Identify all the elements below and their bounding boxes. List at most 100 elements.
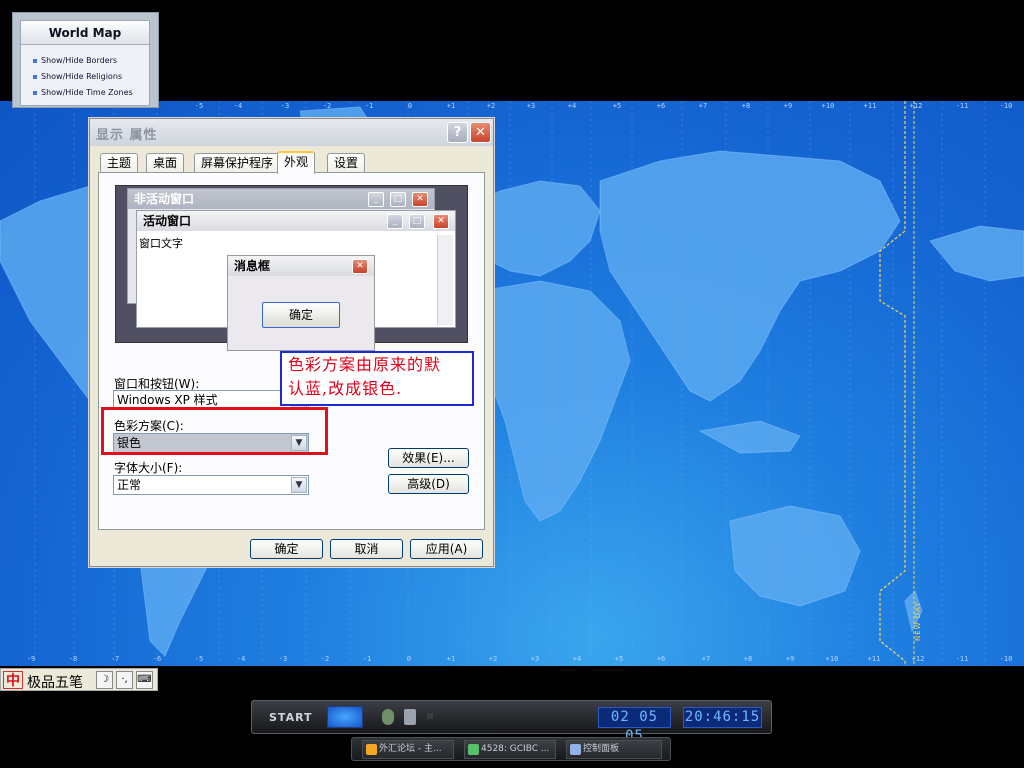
- ime-toolbar: 中 极品五笔 ☽ ·, ⌨: [0, 668, 158, 691]
- windows-buttons-value: Windows XP 样式: [117, 393, 218, 407]
- time-display: 20:46:15: [683, 707, 762, 728]
- time-zone-label: +6: [656, 655, 666, 663]
- message-box-ok-button: 确定: [262, 302, 340, 328]
- dialog-title: 显示 属性: [96, 128, 158, 143]
- time-zone-label: +4: [567, 102, 577, 110]
- time-zone-label: -3: [280, 102, 290, 110]
- time-zone-label: +5: [612, 102, 622, 110]
- maximize-icon: □: [390, 192, 406, 207]
- preview-active-window: 活动窗口 _ □ ✕ 窗口文字 消息框 ✕ 确定: [136, 210, 456, 351]
- time-zone-label: -2: [320, 655, 330, 663]
- dialog-title-bar[interactable]: 显示 属性 ? ✕: [90, 119, 493, 146]
- time-zone-label: +7: [698, 102, 708, 110]
- task-button-control-panel[interactable]: 控制面板: [566, 740, 662, 759]
- time-zone-label: +11: [867, 655, 881, 663]
- tab-screensaver[interactable]: 屏幕保护程序: [194, 153, 281, 172]
- window-text-sample: 窗口文字: [139, 237, 183, 250]
- world-map-menu: World Map Show/Hide Borders Show/Hide Re…: [20, 20, 150, 106]
- time-zone-label: +2: [486, 102, 496, 110]
- show-hide-borders-link[interactable]: Show/Hide Borders: [21, 53, 149, 69]
- annotation-highlight-box: [101, 407, 328, 455]
- task-button-gcibc[interactable]: 4528: GCIBC ...: [464, 740, 556, 759]
- time-zone-label: +8: [743, 655, 753, 663]
- time-zone-label: -11: [955, 102, 969, 110]
- close-button[interactable]: ✕: [470, 122, 491, 143]
- font-size-select[interactable]: 正常 ▼: [113, 475, 309, 495]
- world-map-title: World Map: [21, 21, 149, 45]
- ime-name[interactable]: 极品五笔: [27, 672, 83, 692]
- active-window-title: 活动窗口: [137, 211, 455, 231]
- ok-button[interactable]: 确定: [250, 539, 323, 559]
- moon-icon[interactable]: ☽: [96, 671, 113, 689]
- time-zone-label: 0: [407, 102, 413, 110]
- task-label: 控制面板: [583, 744, 620, 754]
- close-icon: ✕: [352, 259, 368, 274]
- show-hide-religions-link[interactable]: Show/Hide Religions: [21, 69, 149, 85]
- close-icon: ✕: [412, 192, 428, 207]
- task-button-forum[interactable]: 外汇论坛 - 主...: [362, 740, 454, 759]
- time-zone-label: +7: [701, 655, 711, 663]
- chart-icon: [468, 744, 479, 755]
- task-label: 4528: GCIBC ...: [481, 744, 550, 754]
- dot-icon[interactable]: [427, 713, 433, 719]
- time-zone-label: +4: [572, 655, 582, 663]
- close-icon: ✕: [433, 214, 449, 229]
- desktop: -5 -4 -3 -2 -1 0 +1 +2 +3 +4 +5 +6 +7 +8…: [0, 0, 1024, 768]
- effects-button[interactable]: 效果(E)...: [388, 448, 469, 468]
- time-zone-label: +8: [741, 102, 751, 110]
- help-button[interactable]: ?: [447, 122, 468, 143]
- time-zone-label: -9: [26, 655, 36, 663]
- time-zone-label: +5: [614, 655, 624, 663]
- time-zone-label: -5: [194, 102, 204, 110]
- control-panel-icon: [570, 744, 581, 755]
- apply-button[interactable]: 应用(A): [410, 539, 483, 559]
- taskbar: 外汇论坛 - 主... 4528: GCIBC ... 控制面板: [351, 737, 671, 761]
- time-zone-label: +3: [530, 655, 540, 663]
- tab-desktop[interactable]: 桌面: [146, 153, 185, 172]
- date-display: 02 05 05: [598, 707, 671, 744]
- font-size-label: 字体大小(F):: [114, 461, 183, 475]
- advanced-button[interactable]: 高级(D): [388, 474, 469, 494]
- appearance-preview: 非活动窗口 _ □ ✕ 活动窗口 _ □ ✕ 窗口文字 消息框 ✕ 确定: [115, 185, 468, 351]
- time-zone-label: +9: [785, 655, 795, 663]
- time-zone-label: +9: [783, 102, 793, 110]
- network-icon[interactable]: [382, 709, 394, 725]
- time-zone-label: -1: [362, 655, 372, 663]
- cancel-button[interactable]: 取消: [330, 539, 403, 559]
- world-map-icon[interactable]: [327, 706, 363, 728]
- time-zone-label: +1: [446, 655, 456, 663]
- keyboard-icon[interactable]: ⌨: [136, 671, 153, 689]
- time-zone-label: -1: [364, 102, 374, 110]
- maximize-icon: □: [409, 214, 425, 229]
- task-label: 外汇论坛 - 主...: [379, 744, 442, 754]
- display-properties-dialog: 显示 属性 ? ✕ 主题 桌面 屏幕保护程序 外观 设置 非活动窗口 _ □ ✕…: [89, 118, 494, 567]
- time-zone-label: -2: [322, 102, 332, 110]
- tab-themes[interactable]: 主题: [100, 153, 139, 172]
- preview-scrollbar: [437, 235, 453, 325]
- time-zone-label: -6: [152, 655, 162, 663]
- time-zone-label: +12: [909, 102, 923, 110]
- time-zone-label: -3: [278, 655, 288, 663]
- document-icon[interactable]: [404, 709, 416, 725]
- annotation-note: 色彩方案由原来的默 认蓝,改成银色.: [280, 351, 474, 406]
- time-zone-label: +10: [821, 102, 835, 110]
- annotation-line-1: 色彩方案由原来的默: [288, 355, 442, 374]
- punctuation-icon[interactable]: ·,: [116, 671, 133, 689]
- time-zone-label: -10: [999, 655, 1013, 663]
- time-zone-label: -8: [68, 655, 78, 663]
- time-zone-label: -5: [194, 655, 204, 663]
- ime-logo[interactable]: 中: [3, 671, 23, 689]
- show-hide-time-zones-link[interactable]: Show/Hide Time Zones: [21, 85, 149, 101]
- chevron-down-icon[interactable]: ▼: [291, 477, 307, 493]
- dock-bar: START 02 05 05 20:46:15: [251, 700, 772, 744]
- time-zone-label: +10: [825, 655, 839, 663]
- tab-appearance[interactable]: 外观: [277, 151, 316, 174]
- tab-settings[interactable]: 设置: [327, 153, 366, 172]
- forum-icon: [366, 744, 377, 755]
- time-zone-label: +12: [911, 655, 925, 663]
- minimize-icon: _: [368, 192, 384, 207]
- time-zone-label: +3: [526, 102, 536, 110]
- start-button[interactable]: START: [269, 711, 313, 724]
- preview-message-box: 消息框 ✕ 确定: [227, 255, 375, 351]
- minimize-icon: _: [387, 214, 403, 229]
